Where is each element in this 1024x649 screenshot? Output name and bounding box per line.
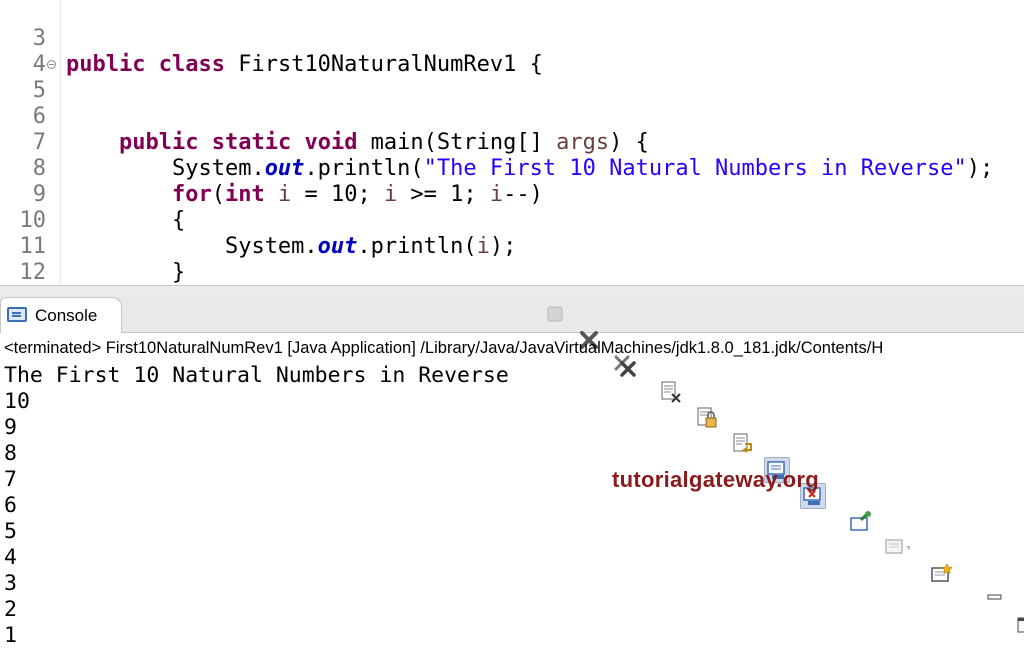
- output-line: 9: [4, 415, 509, 441]
- maximize-button[interactable]: [1012, 613, 1024, 639]
- output-line: 7: [4, 467, 509, 493]
- code-line[interactable]: 8 for(int i = 10; i >= 1; i--): [0, 130, 1024, 156]
- clear-console-button[interactable]: [658, 379, 684, 405]
- maximize-icon: [1015, 616, 1024, 636]
- code-line[interactable]: 7 System.out.println("The First 10 Natur…: [0, 104, 1024, 130]
- code-editor[interactable]: 3 public class First10NaturalNumRev1 { 4…: [0, 0, 1024, 285]
- scroll-lock-icon: [695, 406, 719, 430]
- tab-console-label: Console: [35, 306, 97, 326]
- open-console-button[interactable]: [930, 561, 956, 587]
- console-status-line: <terminated> First10NaturalNumRev1 [Java…: [4, 339, 1024, 358]
- code-line[interactable]: 12 }: [0, 234, 1024, 260]
- console-header: Console: [0, 295, 1024, 333]
- pin-console-button[interactable]: [848, 509, 874, 535]
- minimize-button[interactable]: [982, 587, 1008, 613]
- terminate-button[interactable]: [542, 301, 568, 327]
- console-view: Console: [0, 295, 1024, 649]
- tab-console[interactable]: Console: [0, 297, 122, 333]
- clear-console-icon: [659, 380, 683, 404]
- terminate-icon: [546, 305, 564, 323]
- code-line[interactable]: 5 public static void main(String[] args)…: [0, 52, 1024, 78]
- console-output[interactable]: The First 10 Natural Numbers in Reverse1…: [4, 363, 509, 649]
- output-line: 6: [4, 493, 509, 519]
- output-line: The First 10 Natural Numbers in Reverse: [4, 363, 509, 389]
- fold-collapse-icon[interactable]: [47, 60, 56, 69]
- output-line: 10: [4, 389, 509, 415]
- output-line: 4: [4, 545, 509, 571]
- word-wrap-icon: [731, 432, 755, 456]
- minimize-icon: [985, 590, 1005, 610]
- view-splitter[interactable]: [0, 285, 1024, 295]
- code-line[interactable]: 13 }: [0, 260, 1024, 285]
- display-selected-console-button[interactable]: [884, 535, 910, 561]
- code-line[interactable]: 11 }: [0, 208, 1024, 234]
- display-selected-console-icon: [884, 536, 910, 560]
- console-icon: [7, 307, 27, 322]
- code-line[interactable]: 3 public class First10NaturalNumRev1 {: [0, 0, 1024, 26]
- pin-console-icon: [849, 510, 873, 534]
- output-line: 3: [4, 571, 509, 597]
- output-line: 8: [4, 441, 509, 467]
- code-line[interactable]: 6: [0, 78, 1024, 104]
- watermark: tutorialgateway.org: [612, 467, 819, 493]
- scroll-lock-button[interactable]: [694, 405, 720, 431]
- open-console-icon: [930, 562, 956, 586]
- output-line: 1: [4, 623, 509, 649]
- output-line: 2: [4, 597, 509, 623]
- code-line[interactable]: 9 {: [0, 156, 1024, 182]
- output-line: 5: [4, 519, 509, 545]
- code-line[interactable]: 4: [0, 26, 1024, 52]
- word-wrap-button[interactable]: [730, 431, 756, 457]
- code-line[interactable]: 10 System.out.println(i);: [0, 182, 1024, 208]
